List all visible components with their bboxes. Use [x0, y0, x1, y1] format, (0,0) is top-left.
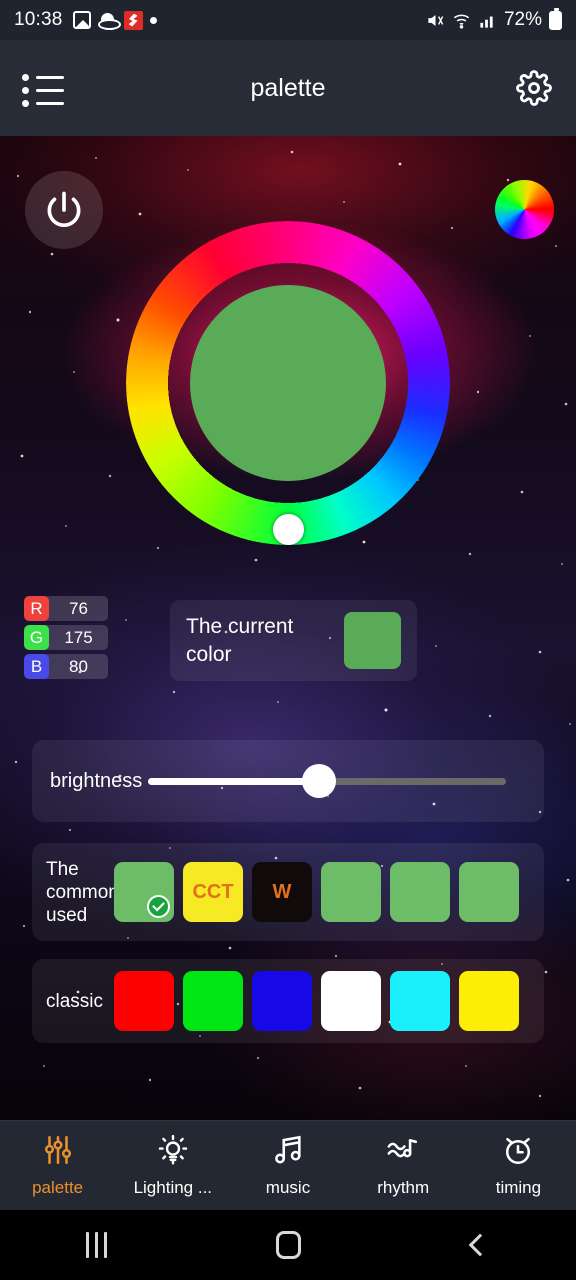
- classic-panel: classic: [32, 959, 544, 1043]
- commonly-used-swatch-row: CCT W: [114, 862, 519, 922]
- recents-icon[interactable]: [0, 1232, 192, 1258]
- android-nav-bar: [0, 1210, 576, 1280]
- app-bar: palette: [0, 40, 576, 136]
- blue-swatch[interactable]: [252, 971, 312, 1031]
- rgb-value-r: 76: [69, 598, 88, 618]
- cct-preset-label: CCT: [192, 880, 234, 903]
- green-preset[interactable]: [114, 862, 174, 922]
- color-ring-picker[interactable]: [126, 221, 450, 545]
- power-button[interactable]: [25, 171, 103, 249]
- yellow-swatch[interactable]: [459, 971, 519, 1031]
- rgb-key-b: B: [24, 654, 49, 679]
- brightness-slider-thumb[interactable]: [302, 764, 336, 798]
- red-swatch[interactable]: [114, 971, 174, 1031]
- green-preset-3[interactable]: [390, 862, 450, 922]
- battery-icon: [549, 7, 562, 30]
- phone-screen: 10:38 72% palette R 76 G 175 B 80 The cu…: [0, 0, 576, 1280]
- classic-swatch-row: [114, 971, 519, 1031]
- tab-lighting-label: Lighting ...: [133, 1178, 213, 1197]
- brightness-label: brightness: [50, 770, 143, 792]
- current-color-swatch: [344, 612, 401, 669]
- tab-rhythm[interactable]: rhythm: [346, 1133, 461, 1198]
- rgb-value-b: 80: [69, 656, 88, 676]
- tab-music-label: music: [265, 1178, 311, 1197]
- check-icon: [147, 895, 170, 918]
- tab-palette-label: palette: [32, 1178, 84, 1197]
- status-clock: 10:38: [14, 9, 63, 30]
- classic-label: classic: [46, 990, 104, 1012]
- current-color-label: The current color: [186, 614, 294, 666]
- dot-icon: [149, 16, 157, 24]
- battery-percent: 72%: [503, 9, 542, 30]
- white-preset[interactable]: W: [252, 862, 312, 922]
- signal-icon: [478, 11, 497, 30]
- tab-timing[interactable]: timing: [461, 1133, 576, 1198]
- rgb-readout: R 76 G 175 B 80: [24, 596, 108, 683]
- back-icon[interactable]: [384, 1233, 576, 1257]
- brightness-panel: brightness: [32, 740, 544, 822]
- music-note-icon: [271, 1133, 305, 1172]
- rgb-value-g: 175: [64, 627, 93, 647]
- rgb-key-r: R: [24, 596, 49, 621]
- tab-timing-label: timing: [495, 1178, 542, 1197]
- saturn-icon: [97, 12, 121, 30]
- green-swatch[interactable]: [183, 971, 243, 1031]
- commonly-used-panel: The commonly used CCT W: [32, 843, 544, 941]
- rgb-row-b: B 80: [24, 654, 108, 679]
- bulb-icon: [156, 1133, 190, 1172]
- brightness-slider[interactable]: [148, 764, 506, 798]
- bottom-tab-bar: palette Lighting ... music rhythm timing: [0, 1120, 576, 1210]
- status-bar-right: 72%: [426, 7, 562, 31]
- red-app-icon: [123, 10, 143, 30]
- tab-rhythm-label: rhythm: [377, 1178, 430, 1197]
- status-bar: 10:38 72%: [0, 0, 576, 40]
- rgb-row-r: R 76: [24, 596, 108, 621]
- tab-palette[interactable]: palette: [0, 1133, 115, 1198]
- wifi-icon: [452, 11, 471, 30]
- selected-color-circle: [190, 285, 386, 481]
- status-bar-left: 10:38: [14, 9, 157, 31]
- white-preset-label: W: [272, 880, 292, 903]
- gear-icon[interactable]: [514, 68, 554, 108]
- tab-lighting[interactable]: Lighting ...: [115, 1133, 230, 1198]
- white-swatch[interactable]: [321, 971, 381, 1031]
- commonly-used-label: The commonly used: [46, 858, 133, 926]
- rhythm-wave-icon: [386, 1133, 420, 1172]
- brightness-slider-fill: [148, 778, 319, 785]
- color-wheel-icon[interactable]: [495, 180, 554, 239]
- rgb-key-g: G: [24, 625, 49, 650]
- green-preset-2[interactable]: [321, 862, 381, 922]
- mute-icon: [426, 11, 445, 30]
- green-preset-4[interactable]: [459, 862, 519, 922]
- gallery-icon: [72, 11, 91, 29]
- home-icon[interactable]: [192, 1231, 384, 1259]
- cct-preset[interactable]: CCT: [183, 862, 243, 922]
- page-title: palette: [250, 73, 326, 102]
- tab-music[interactable]: music: [230, 1133, 345, 1198]
- rgb-row-g: G 175: [24, 625, 108, 650]
- sliders-icon: [41, 1133, 75, 1172]
- current-color-card: The current color: [170, 600, 417, 681]
- cyan-swatch[interactable]: [390, 971, 450, 1031]
- alarm-clock-icon: [501, 1133, 535, 1172]
- hue-ring-thumb[interactable]: [272, 513, 304, 545]
